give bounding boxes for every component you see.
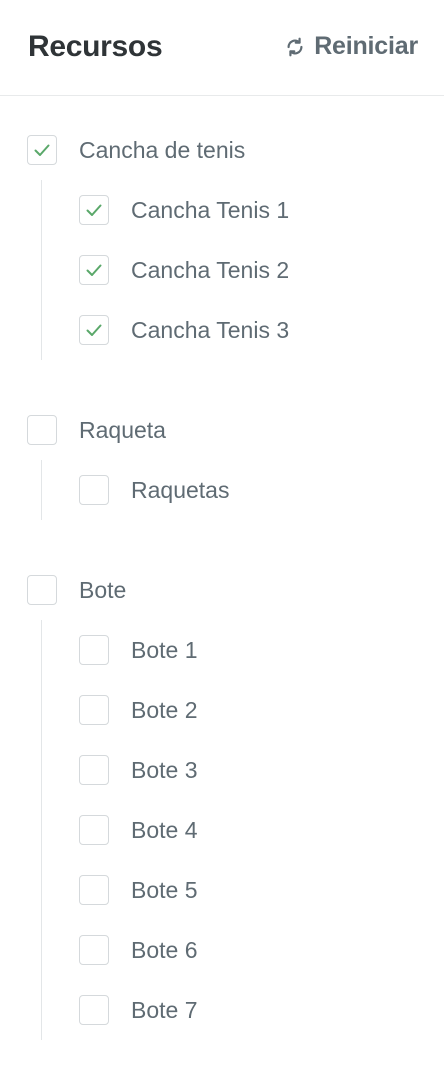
resources-header: Recursos Reiniciar	[0, 0, 444, 96]
resource-checkbox[interactable]	[79, 935, 109, 965]
resource-label: Bote 1	[131, 636, 198, 663]
group-children: Bote 1 Bote 2 Bote 3 Bote 4 Bote 5 Bote …	[0, 620, 444, 1040]
group-row[interactable]: Bote	[0, 560, 444, 620]
resource-row[interactable]: Cancha Tenis 3	[0, 300, 444, 360]
reset-button[interactable]: Reiniciar	[284, 32, 418, 61]
resource-group-cancha-de-tenis: Cancha de tenis Cancha Tenis 1 Cancha Te…	[0, 120, 444, 360]
resource-checkbox[interactable]	[79, 195, 109, 225]
resource-checkbox[interactable]	[79, 475, 109, 505]
resource-groups: Cancha de tenis Cancha Tenis 1 Cancha Te…	[0, 120, 444, 1080]
resource-checkbox[interactable]	[79, 315, 109, 345]
reset-label: Reiniciar	[314, 32, 418, 60]
group-row[interactable]: Cancha de tenis	[0, 120, 444, 180]
resource-label: Cancha Tenis 2	[131, 256, 290, 283]
resource-label: Cancha Tenis 1	[131, 196, 290, 223]
resource-row[interactable]: Bote 1	[0, 620, 444, 680]
checkmark-icon	[86, 264, 102, 276]
checkmark-icon	[86, 324, 102, 336]
group-checkbox[interactable]	[27, 415, 57, 445]
resource-checkbox[interactable]	[79, 995, 109, 1025]
resource-row[interactable]: Cancha Tenis 1	[0, 180, 444, 240]
resource-group-raqueta: Raqueta Raquetas	[0, 400, 444, 520]
group-label: Bote	[79, 576, 127, 603]
group-checkbox[interactable]	[27, 135, 57, 165]
group-children: Cancha Tenis 1 Cancha Tenis 2 Cancha Ten…	[0, 180, 444, 360]
resource-label: Bote 6	[131, 936, 198, 963]
checkmark-icon	[34, 144, 50, 156]
resource-row[interactable]: Bote 3	[0, 740, 444, 800]
group-label: Raqueta	[79, 416, 166, 443]
resource-checkbox[interactable]	[79, 695, 109, 725]
resource-checkbox[interactable]	[79, 875, 109, 905]
resource-row[interactable]: Bote 5	[0, 860, 444, 920]
resource-row[interactable]: Bote 6	[0, 920, 444, 980]
resource-label: Bote 3	[131, 756, 198, 783]
resource-checkbox[interactable]	[79, 635, 109, 665]
resource-checkbox[interactable]	[79, 255, 109, 285]
resource-row[interactable]: Bote 7	[0, 980, 444, 1040]
resource-checkbox[interactable]	[79, 755, 109, 785]
group-checkbox[interactable]	[27, 575, 57, 605]
resource-row[interactable]: Bote 2	[0, 680, 444, 740]
resource-label: Bote 2	[131, 696, 198, 723]
group-label: Cancha de tenis	[79, 136, 246, 163]
group-children: Raquetas	[0, 460, 444, 520]
resource-checkbox[interactable]	[79, 815, 109, 845]
page-title: Recursos	[28, 30, 163, 63]
resource-label: Bote 4	[131, 816, 198, 843]
group-row[interactable]: Raqueta	[0, 400, 444, 460]
refresh-icon	[284, 36, 306, 58]
resource-row[interactable]: Bote 4	[0, 800, 444, 860]
resource-row[interactable]: Cancha Tenis 2	[0, 240, 444, 300]
resource-row[interactable]: Raquetas	[0, 460, 444, 520]
resource-label: Cancha Tenis 3	[131, 316, 290, 343]
checkmark-icon	[86, 204, 102, 216]
resource-group-bote: Bote Bote 1 Bote 2 Bote 3 Bote 4 Bote 5	[0, 560, 444, 1040]
resource-label: Raquetas	[131, 476, 230, 503]
resource-label: Bote 7	[131, 996, 198, 1023]
resource-label: Bote 5	[131, 876, 198, 903]
